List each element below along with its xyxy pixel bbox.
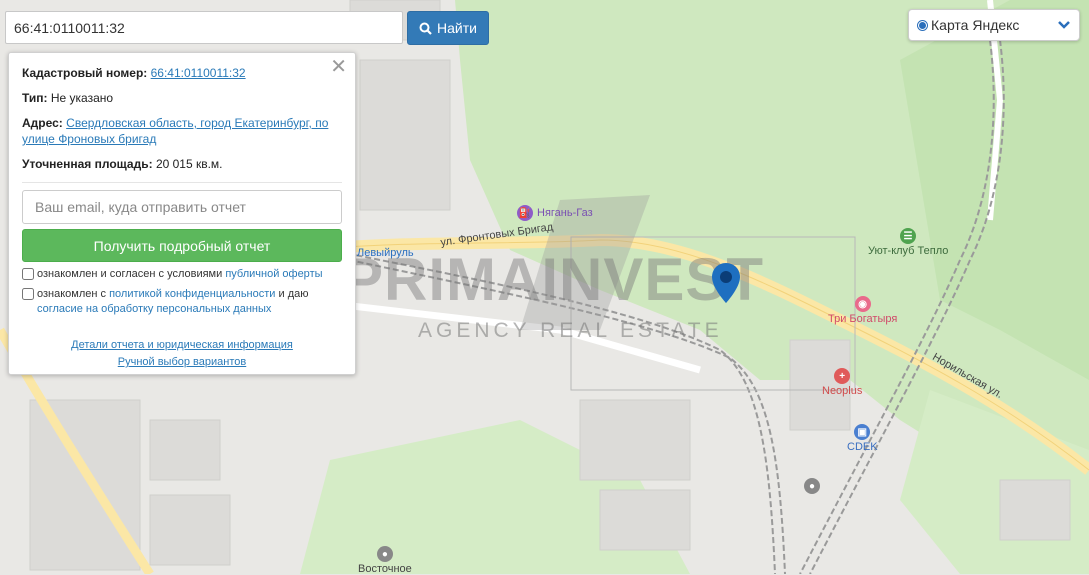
search-button-label: Найти <box>437 20 477 36</box>
get-report-button[interactable]: Получить подробный отчет <box>22 229 342 262</box>
poi-cdek[interactable]: ▣ CDEK <box>847 424 878 453</box>
poi-vostochnoe[interactable]: ● Восточное <box>358 546 412 575</box>
report-details-link[interactable]: Детали отчета и юридическая информация <box>22 337 342 354</box>
consent-offer[interactable]: ознакомлен и согласен с условиями публич… <box>22 267 342 282</box>
poi-nyagan[interactable]: ⛽ Нягань-Газ <box>517 205 593 221</box>
consent-privacy[interactable]: ознакомлен с политикой конфиденциальност… <box>22 287 342 317</box>
type-value: Не указано <box>50 91 114 105</box>
info-panel: ✕ Кадастровый номер: 66:41:0110011:32 Ти… <box>8 52 356 375</box>
medical-icon: + <box>834 368 851 384</box>
consent-privacy-text-2: и даю <box>278 288 309 300</box>
search-button[interactable]: Найти <box>407 11 489 45</box>
map-layer-label: Карта Яндекс <box>931 17 1020 33</box>
radio-icon <box>917 19 928 31</box>
consent-privacy-text-1: ознакомлен с <box>37 288 107 300</box>
consent-offer-text: ознакомлен и согласен с условиями <box>37 268 223 280</box>
poi-neoplus[interactable]: + Neoplus <box>822 368 862 397</box>
type-row: Тип: Не указано <box>22 90 342 106</box>
personal-data-link[interactable]: согласие на обработку персональных данны… <box>37 303 271 315</box>
delivery-icon: ▣ <box>854 424 871 440</box>
public-offer-link[interactable]: публичной оферты <box>225 268 322 280</box>
divider <box>22 182 342 183</box>
cadastral-row: Кадастровый номер: 66:41:0110011:32 <box>22 65 342 81</box>
shop-icon: ◉ <box>854 296 871 312</box>
watermark-title: PRIMAINVEST <box>343 246 765 313</box>
email-field[interactable] <box>22 190 342 224</box>
chevron-down-icon <box>1058 21 1070 29</box>
poi-generic[interactable]: ● <box>804 478 820 494</box>
search-box <box>5 11 403 44</box>
area-label: Уточненная площадь: <box>22 157 153 171</box>
get-report-label: Получить подробный отчет <box>93 237 271 254</box>
address-link[interactable]: Свердловская область, город Екатеринбург… <box>22 116 328 146</box>
close-icon[interactable]: ✕ <box>330 57 347 77</box>
area-row: Уточненная площадь: 20 015 кв.м. <box>22 156 342 172</box>
cadastral-label: Кадастровый номер: <box>22 66 148 80</box>
poi-yut-club[interactable]: ☰ Уют-клуб Тепло <box>868 228 948 257</box>
address-row: Адрес: Свердловская область, город Екате… <box>22 115 342 147</box>
gas-station-icon: ⛽ <box>517 205 533 221</box>
manual-selection-link[interactable]: Ручной выбор вариантов <box>22 354 342 371</box>
type-label: Тип: <box>22 91 48 105</box>
watermark-subtitle: AGENCY REAL ESTATE <box>418 319 723 342</box>
search-icon <box>419 22 432 35</box>
poi-icon: ● <box>804 478 820 494</box>
club-icon: ☰ <box>900 228 916 244</box>
panel-links: Детали отчета и юридическая информация Р… <box>22 337 342 371</box>
location-marker-icon[interactable] <box>711 262 741 304</box>
poi-tri-bogatyrya[interactable]: ◉ Три Богатыря <box>828 296 897 325</box>
search-input[interactable] <box>6 12 402 43</box>
poi-icon: ● <box>376 546 393 562</box>
area-value: 20 015 кв.м. <box>155 157 223 171</box>
map-layer-select[interactable]: Карта Яндекс <box>908 9 1080 41</box>
privacy-policy-link[interactable]: политикой конфиденциальности <box>109 288 275 300</box>
consent-privacy-checkbox[interactable] <box>22 288 34 300</box>
consent-offer-checkbox[interactable] <box>22 268 34 280</box>
cadastral-link[interactable]: 66:41:0110011:32 <box>151 66 246 80</box>
address-label: Адрес: <box>22 116 63 130</box>
